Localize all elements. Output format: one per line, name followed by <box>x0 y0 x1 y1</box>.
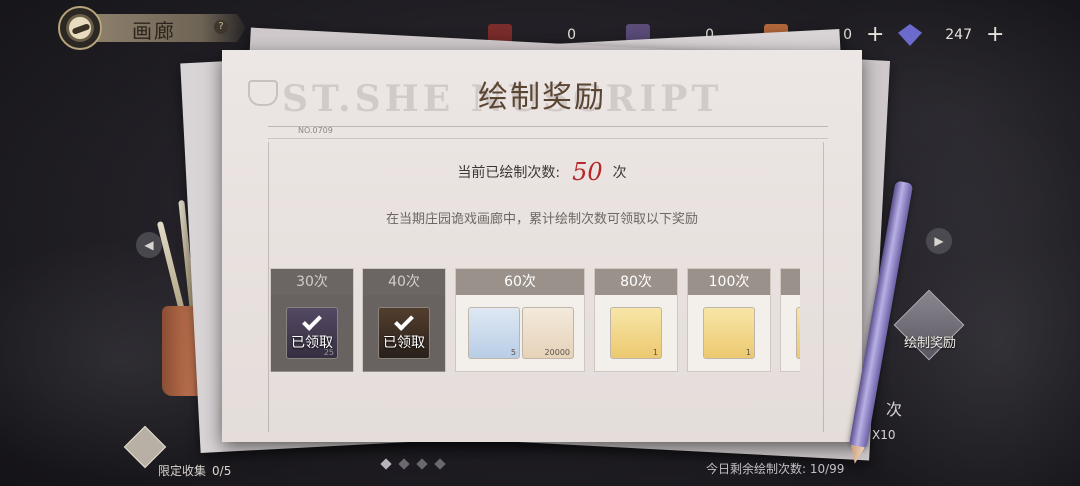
item-quantity: 1 <box>652 348 658 357</box>
limited-collection-button[interactable]: 限定收集 0/5 <box>123 425 270 479</box>
draw-reward-label: 绘制奖励 <box>903 336 956 351</box>
add-currency-button[interactable]: + <box>866 24 884 46</box>
diamond-icon <box>898 24 922 46</box>
count-prefix: 当前已绘制次数: <box>457 165 561 181</box>
reward-items: 已领取 <box>363 295 445 372</box>
item-quantity: 20000 <box>544 348 570 357</box>
claimed-label: 已领取 <box>291 335 333 351</box>
count-suffix: 次 <box>612 165 627 181</box>
reward-card-60[interactable]: 60次 5 20000 <box>455 268 585 372</box>
divider <box>268 138 828 139</box>
page-indicator <box>380 458 446 470</box>
reward-threshold: 100次 <box>688 269 770 295</box>
add-diamond-button[interactable]: + <box>986 24 1004 46</box>
reward-items <box>781 295 800 372</box>
quill-emblem-icon[interactable] <box>58 6 102 50</box>
divider <box>268 126 828 127</box>
red-gift-box-icon[interactable]: 1 <box>703 307 755 359</box>
next-arrow-icon[interactable]: ▶ <box>926 228 952 254</box>
item-quantity: 1 <box>745 348 751 357</box>
reward-threshold: 80次 <box>595 269 677 295</box>
page-dot[interactable] <box>398 458 410 470</box>
currency-value: 0 <box>567 27 576 43</box>
page-dot[interactable] <box>416 458 428 470</box>
checkmark-icon <box>394 311 414 331</box>
reward-card-40[interactable]: 40次 已领取 <box>362 268 446 372</box>
reward-threshold: 30次 <box>271 269 353 295</box>
page-title: 画廊 <box>132 19 176 43</box>
reward-list[interactable]: 30次 25 已领取 40次 已领取 60次 5 20000 80次 1 100… <box>270 268 800 372</box>
collection-label-text: 限定收集 <box>158 464 207 478</box>
doc-number: NO.0709 <box>298 126 333 135</box>
gallery-header: 画廊 ? <box>58 6 248 50</box>
claimed-overlay: 已领取 <box>363 295 445 372</box>
page-dot[interactable] <box>434 458 446 470</box>
reward-items: 1 <box>595 295 677 372</box>
red-gift-box-icon[interactable] <box>796 307 800 359</box>
claimed-overlay: 已领取 <box>271 295 353 372</box>
reward-description: 在当期庄园诡戏画廊中，累计绘制次数可领取以下奖励 <box>385 212 698 227</box>
draw-x10-label: X10 <box>872 428 896 442</box>
item-quantity: 5 <box>510 348 516 357</box>
collection-value: 0/5 <box>212 464 232 478</box>
reward-items: 1 <box>688 295 770 372</box>
draw-count-row: 当前已绘制次数: 50 次 <box>222 158 862 186</box>
help-icon[interactable]: ? <box>214 20 228 34</box>
count-value: 50 <box>572 158 603 186</box>
claimed-label: 已领取 <box>383 335 425 351</box>
reward-panel: ST.SHE NUSCRIPT 绘制奖励 NO.0709 当前已绘制次数: 50 次… <box>222 50 862 442</box>
reward-card-30[interactable]: 30次 25 已领取 <box>270 268 354 372</box>
reward-threshold <box>781 269 800 295</box>
remaining-draws: 今日剩余绘制次数: 10/99 <box>706 462 845 476</box>
prev-arrow-icon[interactable]: ◀ <box>136 232 162 258</box>
draw-reward-button[interactable]: 绘制奖励 <box>890 289 970 361</box>
reward-threshold: 60次 <box>456 269 584 295</box>
currency-value: 247 <box>945 27 972 43</box>
currency-diamond: 247 + <box>898 22 1004 48</box>
red-gift-box-icon[interactable]: 1 <box>610 307 662 359</box>
blue-gift-box-icon[interactable]: 5 <box>468 307 520 359</box>
reward-items: 25 已领取 <box>271 295 353 372</box>
draw-button-label: 次 <box>886 400 903 419</box>
collection-label: 限定收集 0/5 <box>158 462 231 479</box>
panel-title: 绘制奖励 <box>478 80 606 115</box>
reward-card-next[interactable] <box>780 268 800 372</box>
page-dot[interactable] <box>380 458 392 470</box>
reward-threshold: 40次 <box>363 269 445 295</box>
checkmark-icon <box>302 311 322 331</box>
reward-items: 5 20000 <box>456 295 584 372</box>
reward-card-80[interactable]: 80次 1 <box>594 268 678 372</box>
gold-ring-icon[interactable]: 20000 <box>522 307 574 359</box>
reward-card-100[interactable]: 100次 1 <box>687 268 771 372</box>
